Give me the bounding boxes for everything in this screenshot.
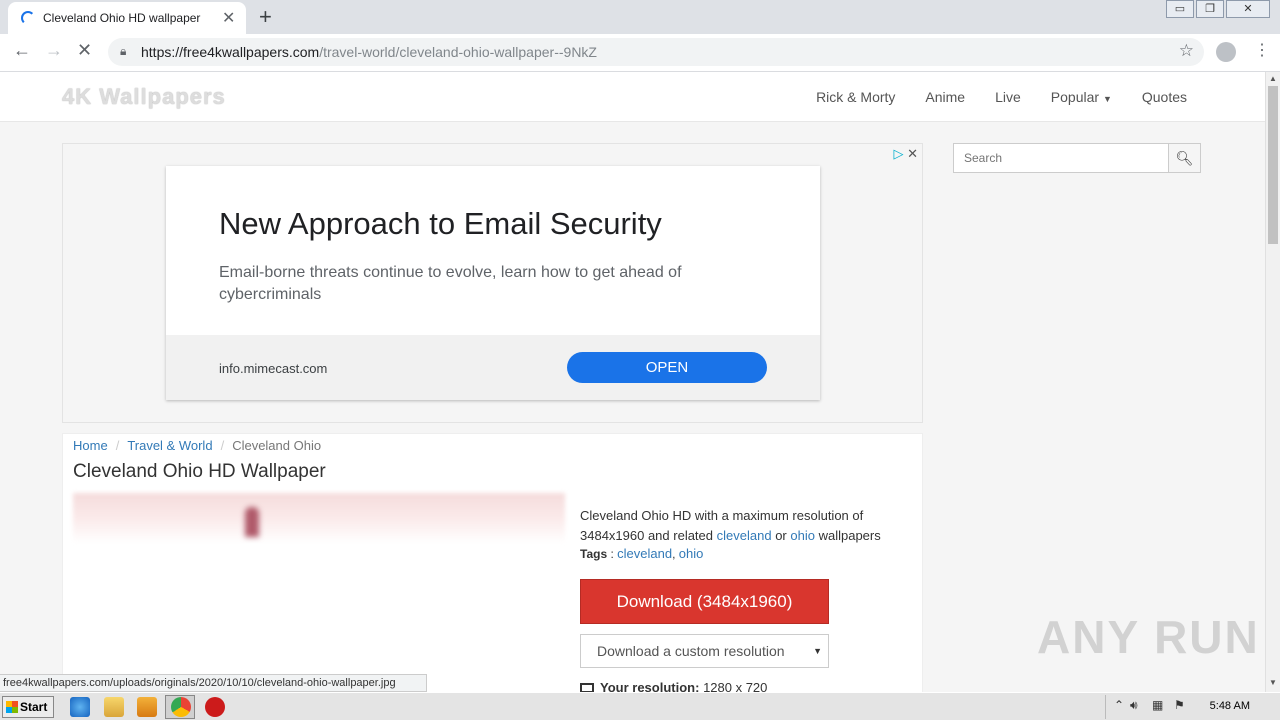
nav-live[interactable]: Live [995, 89, 1021, 105]
profile-avatar[interactable] [1216, 42, 1236, 62]
preview-spire [245, 507, 259, 537]
ad-open-button[interactable]: OPEN [567, 352, 767, 383]
volume-icon[interactable]: 🔊︎ [1130, 698, 1138, 713]
loading-spinner-icon [21, 11, 35, 25]
preview-blurred-skyline [73, 493, 565, 543]
ad-domain[interactable]: info.mimecast.com [219, 361, 327, 376]
desc-link-cleveland[interactable]: cleveland [717, 528, 772, 543]
wallpaper-panel: Home / Travel & World / Cleveland Ohio Cleve… [62, 433, 923, 692]
dropdown-arrow-icon: ▼ [813, 646, 822, 656]
ad-title[interactable]: New Approach to Email Security [219, 206, 662, 242]
file-explorer-icon[interactable] [104, 697, 124, 717]
your-resolution-label: Your resolution: [600, 680, 700, 692]
desc-or: or [775, 528, 787, 543]
windows-logo-icon [6, 701, 18, 713]
wallpaper-preview-image[interactable] [73, 493, 565, 692]
tags: Tags : cleveland, ohio [580, 546, 704, 561]
your-resolution: Your resolution: 1280 x 720 [580, 680, 767, 692]
search-input[interactable] [953, 143, 1169, 173]
scroll-up-icon[interactable]: ▲ [1269, 74, 1277, 83]
tag-ohio[interactable]: ohio [679, 546, 704, 561]
nav-popular-dropdown[interactable]: Popular ▼ [1051, 89, 1112, 105]
breadcrumb-travel-world[interactable]: Travel & World [127, 438, 212, 453]
tab-title: Cleveland Ohio HD wallpaper [43, 11, 201, 25]
browser-toolbar: ← → ✕ 🔒︎ https://free4kwallpapers.com/tr… [0, 34, 1280, 72]
media-player-icon[interactable] [137, 697, 157, 717]
tray-expand-icon[interactable]: ⌃ [1114, 698, 1124, 712]
your-resolution-value: 1280 x 720 [703, 680, 768, 692]
browser-tab[interactable]: Cleveland Ohio HD wallpaper ✕ [8, 2, 246, 34]
search-button[interactable]: 🔍︎ [1168, 143, 1201, 173]
browser-menu-icon[interactable]: ⋮ [1254, 40, 1270, 60]
page-title: Cleveland Ohio HD Wallpaper [73, 461, 326, 482]
site-nav: Rick & Morty Anime Live Popular ▼ Quotes [816, 89, 1187, 105]
action-center-flag-icon[interactable]: ⚑ [1174, 698, 1185, 712]
search-icon: 🔍︎ [1175, 150, 1194, 166]
tab-strip: Cleveland Ohio HD wallpaper ✕ + ▭ ❐ ✕ [0, 0, 1280, 34]
page-viewport: 4K Wallpapers Rick & Morty Anime Live Po… [0, 72, 1265, 692]
bookmark-star-icon[interactable]: ☆ [1179, 41, 1194, 61]
lock-icon[interactable]: 🔒︎ [120, 44, 126, 59]
link-status-bar: free4kwallpapers.com/uploads/originals/2… [0, 674, 427, 692]
monitor-icon [580, 683, 594, 692]
nav-anime[interactable]: Anime [925, 89, 965, 105]
breadcrumb: Home / Travel & World / Cleveland Ohio [73, 438, 321, 453]
breadcrumb-home[interactable]: Home [73, 438, 108, 453]
taskbar-clock[interactable]: 5:48 AM [1210, 700, 1250, 712]
anyrun-watermark: ANY RUN [1037, 611, 1260, 663]
custom-resolution-select[interactable]: Download a custom resolution ▼ [580, 634, 829, 668]
site-navbar: 4K Wallpapers Rick & Morty Anime Live Po… [0, 72, 1265, 122]
url-host: https://free4kwallpapers.com [141, 44, 320, 60]
breadcrumb-separator: / [220, 438, 225, 453]
url-text[interactable]: https://free4kwallpapers.com/travel-worl… [141, 44, 597, 60]
custom-resolution-label: Download a custom resolution [597, 643, 785, 659]
window-controls: ▭ ❐ ✕ [1164, 0, 1270, 18]
download-button[interactable]: Download (3484x1960) [580, 579, 829, 624]
internet-explorer-icon[interactable] [70, 697, 90, 717]
network-icon[interactable]: ▦ [1152, 698, 1163, 712]
address-bar[interactable]: 🔒︎ https://free4kwallpapers.com/travel-w… [108, 38, 1204, 66]
back-button[interactable]: ← [13, 40, 31, 61]
windows-taskbar: Start ⌃ 🔊︎ ▦ ⚑ 5:48 AM [0, 692, 1280, 720]
desc-suffix: wallpapers [818, 528, 881, 543]
system-tray: ⌃ 🔊︎ ▦ ⚑ 5:48 AM [1105, 695, 1280, 719]
scroll-thumb[interactable] [1268, 86, 1278, 244]
nav-popular-label: Popular [1050, 89, 1100, 105]
breadcrumb-current: Cleveland Ohio [232, 438, 322, 453]
desc-link-ohio[interactable]: ohio [790, 528, 815, 543]
nav-rick-morty[interactable]: Rick & Morty [816, 89, 895, 105]
breadcrumb-separator: / [115, 438, 120, 453]
caret-down-icon: ▼ [1102, 94, 1112, 104]
stop-loading-button[interactable]: ✕ [77, 40, 92, 61]
minimize-button[interactable]: ▭ [1166, 0, 1194, 18]
new-tab-button[interactable]: + [259, 4, 272, 30]
close-window-button[interactable]: ✕ [1226, 0, 1270, 18]
advertisement: ▷ ✕ New Approach to Email Security Email… [62, 143, 923, 423]
start-button[interactable]: Start [2, 696, 54, 718]
forward-button[interactable]: → [45, 40, 63, 61]
ad-description: Email-borne threats continue to evolve, … [219, 264, 682, 303]
site-search: 🔍︎ [953, 143, 1201, 173]
chrome-icon [171, 697, 191, 717]
tag-cleveland[interactable]: cleveland [617, 546, 672, 561]
adchoices-icon[interactable]: ▷ ✕ [893, 146, 918, 162]
ad-close-icon[interactable]: ✕ [907, 146, 918, 161]
restore-button[interactable]: ❐ [1196, 0, 1224, 18]
url-path: /travel-world/cleveland-ohio-wallpaper--… [319, 44, 597, 60]
tags-label: Tags [580, 547, 608, 561]
tab-close-icon[interactable]: ✕ [222, 8, 235, 28]
ad-footer: info.mimecast.com OPEN [166, 335, 820, 400]
start-label: Start [20, 700, 48, 714]
nav-quotes[interactable]: Quotes [1142, 89, 1187, 105]
opera-icon[interactable] [205, 697, 225, 717]
site-logo[interactable]: 4K Wallpapers [62, 84, 226, 110]
page-scrollbar[interactable]: ▲ ▼ [1265, 72, 1280, 692]
scroll-down-icon[interactable]: ▼ [1269, 678, 1277, 687]
chrome-taskbar-button[interactable] [165, 695, 195, 719]
wallpaper-description: Cleveland Ohio HD with a maximum resolut… [580, 506, 890, 546]
ad-card[interactable]: New Approach to Email Security Email-bor… [166, 166, 820, 400]
